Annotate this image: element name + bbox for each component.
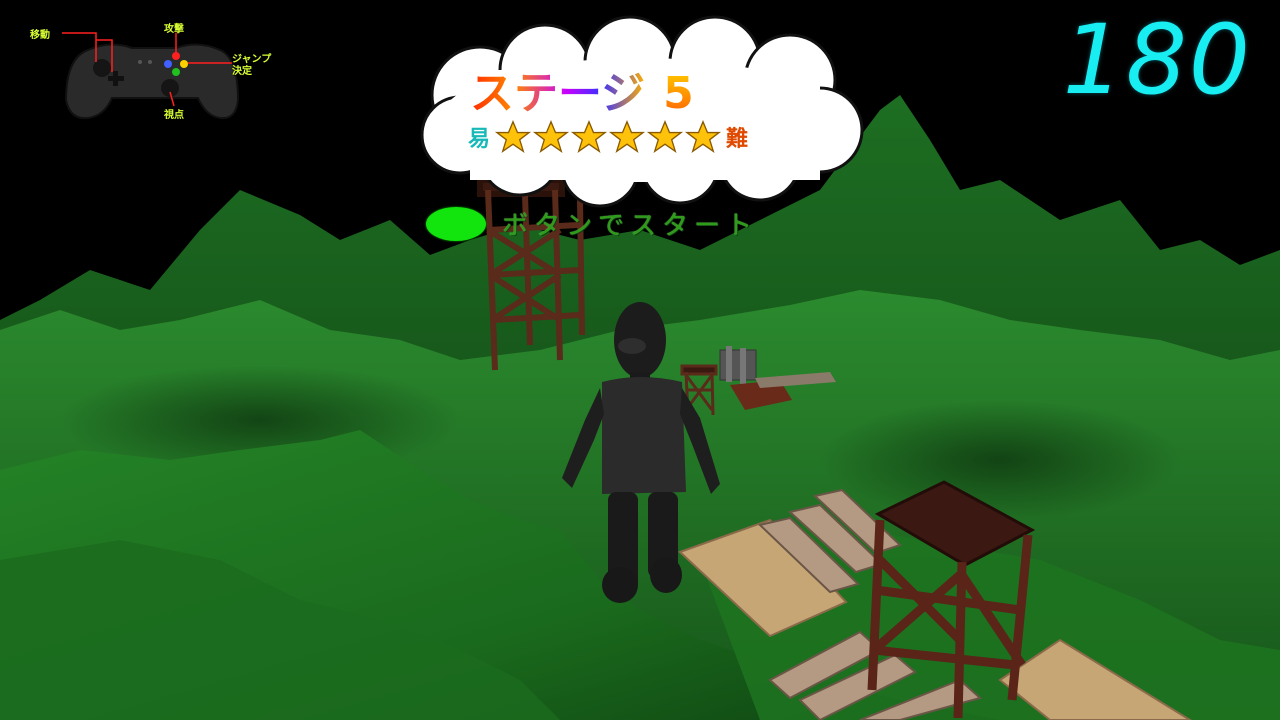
stage-title: ステージ 5 [470,66,820,122]
star-icon [494,120,532,153]
controller-help: 移動 攻撃 ジャンプ 決定 視点 [26,14,306,124]
star-icon [608,120,646,153]
stage-number: 5 [663,68,694,119]
hard-label: 難 [726,127,749,152]
stage-label: ステージ [470,68,646,119]
star-rating [494,120,722,154]
attack-label: 攻撃 [164,24,184,35]
star-icon [532,120,570,153]
green-button-icon [426,206,486,241]
jump-confirm-label: ジャンプ 決定 [232,54,272,77]
star-icon [646,120,684,153]
move-label: 移動 [30,30,50,41]
easy-label: 易 [468,127,491,152]
countdown-timer: 180 [1062,4,1252,116]
start-prompt-text: ボタンでスタート [502,211,759,241]
camera-label: 視点 [164,110,184,121]
difficulty-rating: 易 難 [468,120,818,154]
star-icon [684,120,722,153]
star-icon [570,120,608,153]
start-prompt: ボタンでスタート [426,205,758,242]
